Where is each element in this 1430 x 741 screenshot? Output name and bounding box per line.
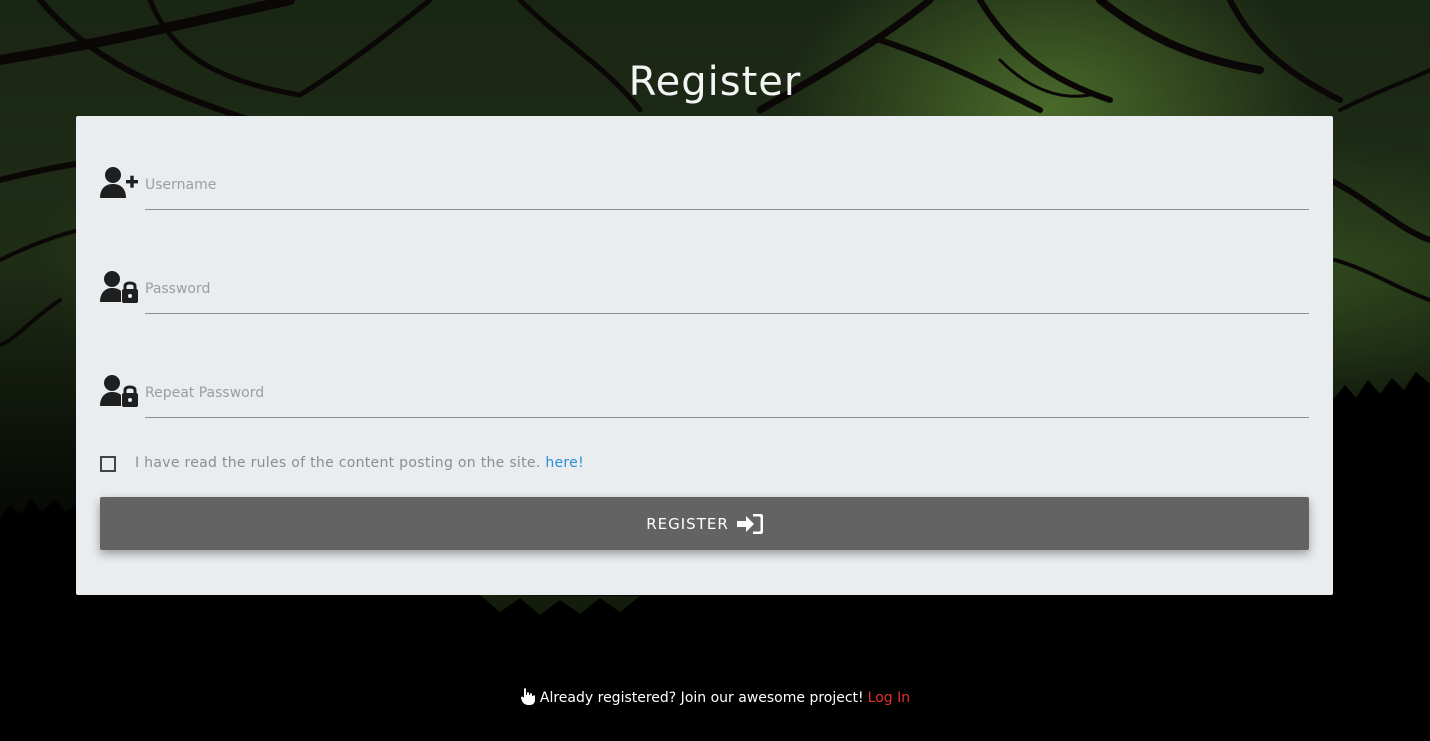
user-lock-icon (100, 374, 138, 408)
user-plus-icon (100, 166, 138, 200)
register-button-label: REGISTER (646, 514, 729, 533)
username-field-row (100, 160, 1309, 210)
pointing-hand-icon (520, 688, 536, 705)
footer-text: Already registered? Join our awesome pro… (539, 690, 864, 706)
register-form-card: I have read the rules of the content pos… (76, 116, 1333, 595)
username-input[interactable] (145, 160, 1309, 210)
user-lock-icon (100, 270, 138, 304)
password-input[interactable] (145, 264, 1309, 314)
rules-text: I have read the rules of the content pos… (135, 455, 541, 471)
footer-login-prompt: Already registered? Join our awesome pro… (0, 688, 1430, 706)
register-button[interactable]: REGISTER (100, 497, 1309, 550)
password-field-row (100, 264, 1309, 314)
page-title: Register (628, 58, 802, 105)
rules-checkbox-label: I have read the rules of the content pos… (135, 455, 584, 471)
sign-in-icon (736, 513, 764, 534)
rules-checkbox[interactable] (100, 456, 116, 472)
login-link[interactable]: Log In (868, 690, 910, 706)
rules-checkbox-row: I have read the rules of the content pos… (100, 453, 1000, 475)
rules-link[interactable]: here! (545, 455, 584, 471)
repeat-password-input[interactable] (145, 368, 1309, 418)
repeat-password-field-row (100, 368, 1309, 418)
